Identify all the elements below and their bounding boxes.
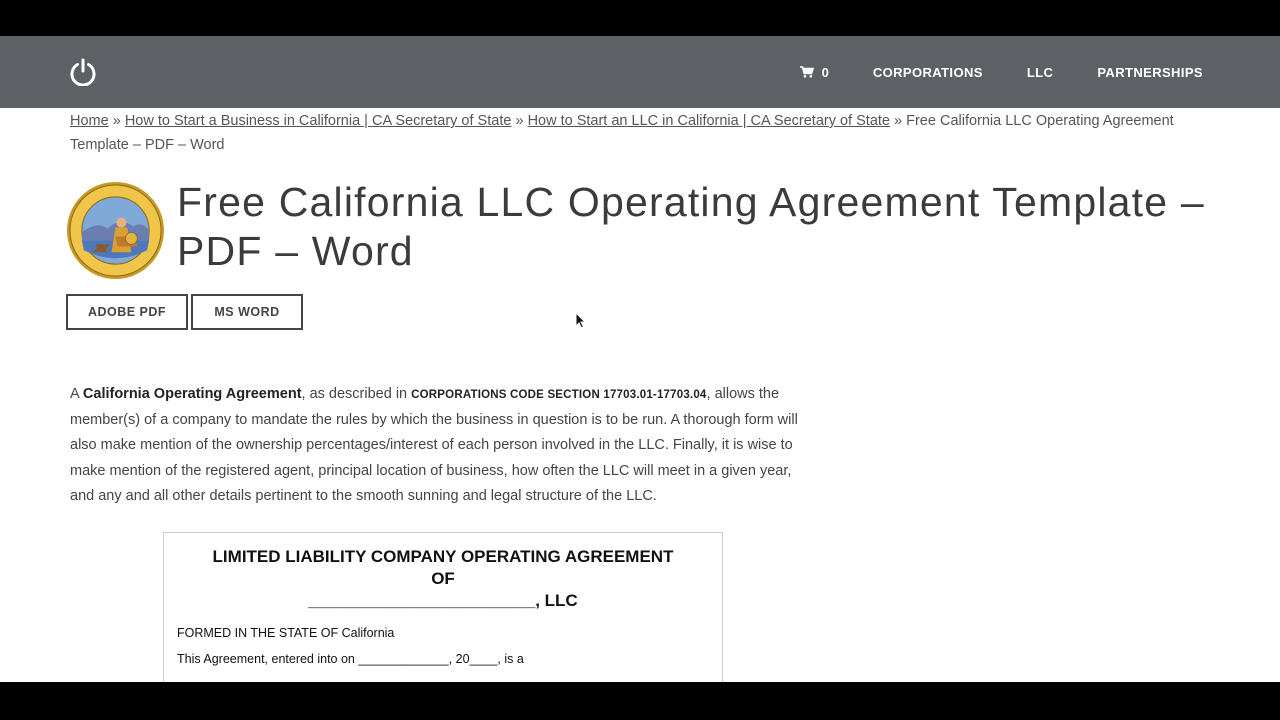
video-letterbox-top	[0, 0, 1280, 36]
nav-link-corporations[interactable]: CORPORATIONS	[873, 65, 983, 80]
power-icon[interactable]	[69, 58, 97, 86]
page-title: Free California LLC Operating Agreement …	[177, 179, 1205, 274]
intro-prefix: A	[70, 386, 83, 402]
breadcrumb-home[interactable]: Home	[70, 113, 109, 129]
cart-count: 0	[821, 64, 829, 80]
ms-word-button[interactable]: MS WORD	[191, 294, 303, 330]
preview-formed-state: FORMED IN THE STATE OF California	[177, 626, 395, 640]
video-letterbox-bottom	[0, 682, 1280, 720]
breadcrumb-separator: »	[515, 113, 524, 129]
code-section-reference: CORPORATIONS CODE SECTION 17703.01-17703…	[411, 389, 707, 401]
preview-heading: LIMITED LIABILITY COMPANY OPERATING AGRE…	[212, 547, 674, 566]
breadcrumb-start-business[interactable]: How to Start a Business in California | …	[125, 113, 512, 129]
top-navbar: 0 CORPORATIONS LLC PARTNERSHIPS	[0, 36, 1280, 108]
california-seal	[66, 181, 165, 280]
document-preview: LIMITED LIABILITY COMPANY OPERATING AGRE…	[163, 532, 723, 682]
breadcrumb-separator: »	[112, 113, 121, 129]
cart-button[interactable]: 0	[799, 64, 829, 80]
cart-icon	[799, 66, 814, 78]
preview-heading-of: OF	[431, 569, 455, 588]
preview-llc-name-line: ________________________, LLC	[308, 591, 578, 610]
nav-link-llc[interactable]: LLC	[1027, 65, 1053, 80]
nav-menu: 0 CORPORATIONS LLC PARTNERSHIPS	[799, 36, 1203, 108]
breadcrumb: Home » How to Start a Business in Califo…	[70, 109, 1210, 157]
intro-bold-term: California Operating Agreement	[82, 386, 302, 402]
intro-mid: , as described in	[301, 386, 412, 402]
intro-paragraph: A California Operating Agreement, as des…	[70, 382, 810, 509]
nav-link-partnerships[interactable]: PARTNERSHIPS	[1097, 65, 1203, 80]
mouse-cursor-icon	[575, 312, 586, 329]
preview-agreement-date: This Agreement, entered into on ________…	[177, 652, 524, 666]
intro-rest: , allows the member(s) of a company to m…	[70, 386, 798, 504]
adobe-pdf-button[interactable]: ADOBE PDF	[66, 294, 188, 330]
breadcrumb-separator: »	[894, 113, 903, 129]
web-page: 0 CORPORATIONS LLC PARTNERSHIPS Home » H…	[0, 36, 1280, 682]
breadcrumb-start-llc[interactable]: How to Start an LLC in California | CA S…	[528, 113, 890, 129]
